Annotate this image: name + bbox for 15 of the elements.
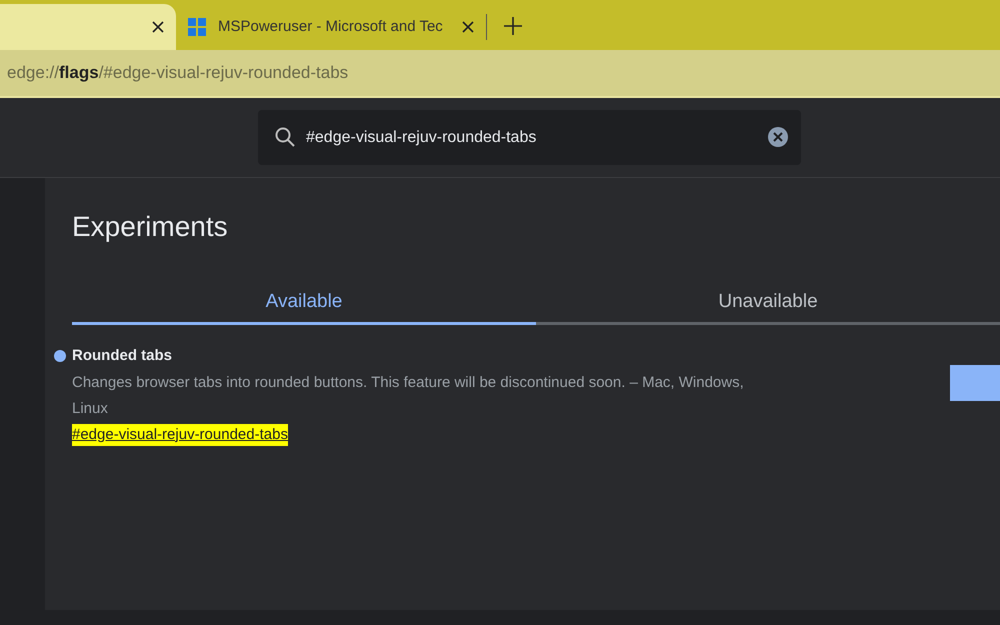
close-icon[interactable] — [462, 21, 474, 33]
search-icon — [274, 126, 296, 148]
page-title: Experiments — [72, 210, 229, 244]
experiment-title: Rounded tabs — [72, 346, 172, 366]
section-tab[interactable]: Unavailable — [536, 280, 1000, 325]
section-tab[interactable]: Available — [72, 280, 536, 325]
experiment-description: Changes browser tabs into rounded buttons. This feature will be discontinued soon. – Mac, Windows, Linux — [72, 372, 745, 418]
close-icon[interactable] — [152, 21, 164, 33]
clear-icon[interactable] — [767, 126, 789, 148]
new-tab-icon[interactable] — [503, 16, 523, 36]
windows-logo-icon — [188, 18, 206, 36]
experiment-link[interactable]: #edge-visual-rejuv-rounded-tabs — [72, 424, 288, 446]
search-field[interactable]: #edge-visual-rejuv-rounded-tabs — [258, 110, 801, 165]
address-bar[interactable]: edge://flags/#edge-visual-rejuv-rounded-tabs — [7, 60, 348, 86]
tab-title: MSPoweruser - Microsoft and Tec — [218, 16, 444, 37]
